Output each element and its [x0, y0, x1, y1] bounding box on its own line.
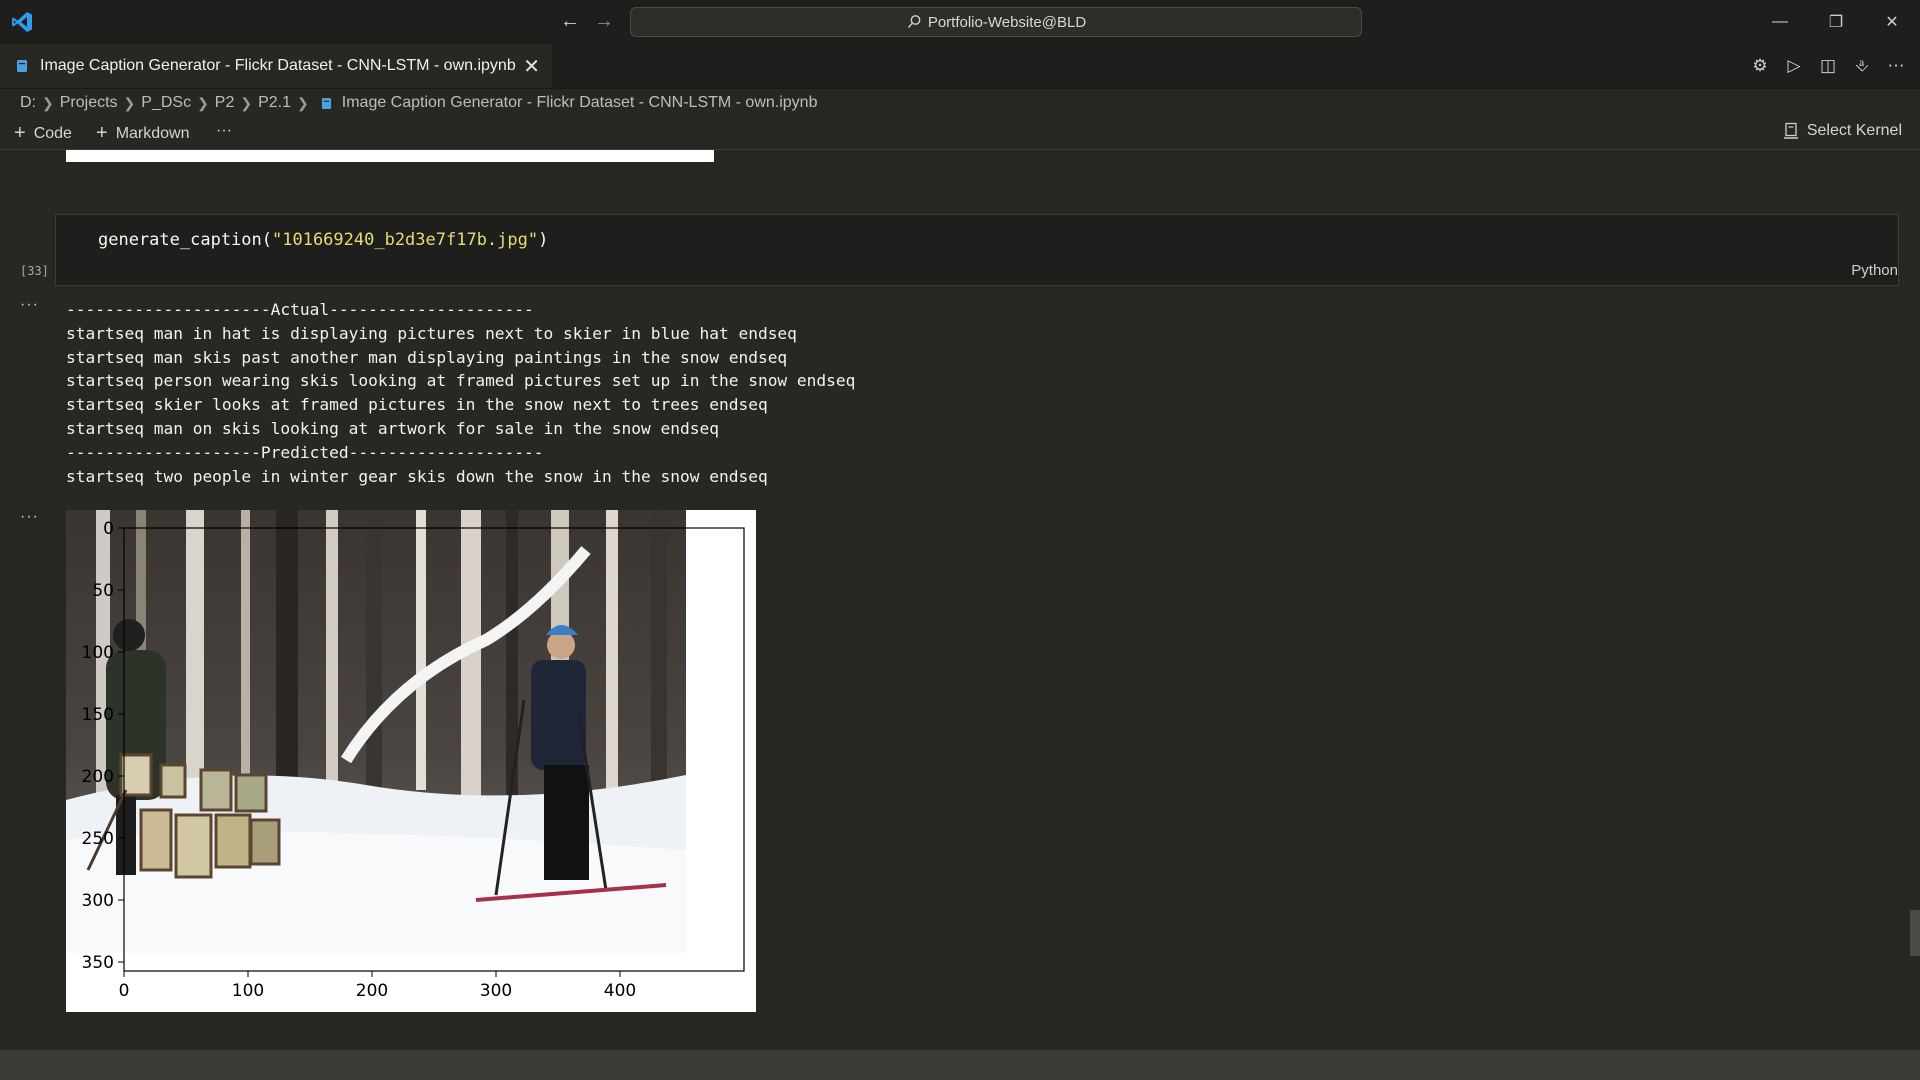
output-more-icon[interactable]: ···: [20, 296, 39, 314]
add-code-cell-button[interactable]: + Code: [14, 122, 72, 145]
y-tick-label: 100: [82, 643, 114, 663]
x-tick-label: 400: [604, 981, 636, 1001]
lock-icon[interactable]: ⎀: [1852, 56, 1872, 76]
output-more-icon[interactable]: ···: [20, 508, 39, 526]
select-kernel-label: Select Kernel: [1806, 122, 1902, 139]
gear-icon[interactable]: ⚙: [1750, 56, 1770, 76]
minimize-icon[interactable]: —: [1752, 0, 1808, 44]
y-tick-label: 350: [82, 953, 114, 973]
more-icon: ···: [216, 122, 232, 139]
select-kernel-button[interactable]: Select Kernel: [1783, 122, 1902, 140]
breadcrumb-item[interactable]: P2.1: [258, 94, 291, 112]
output-figure: 0 50 100 150 200 250 300 350 0 100 200 3…: [66, 510, 756, 1012]
output-line: startseq person wearing skis looking at …: [66, 371, 856, 391]
code-close-paren: ): [538, 230, 549, 250]
command-center-search[interactable]: Portfolio-Website@BLD: [630, 7, 1362, 37]
x-tick-label: 300: [480, 981, 512, 1001]
notebook-file-icon: [17, 60, 27, 72]
code-line[interactable]: generate_caption("101669240_b2d3e7f17b.j…: [98, 230, 548, 250]
breadcrumb: D: ❯ Projects ❯ P_DSc ❯ P2 ❯ P2.1 ❯ Imag…: [20, 92, 817, 114]
y-tick-label: 250: [82, 829, 114, 849]
breadcrumb-item[interactable]: Projects: [60, 94, 118, 112]
output-line: startseq skier looks at framed pictures …: [66, 395, 768, 415]
add-code-label: Code: [33, 124, 72, 142]
y-tick-label: 300: [82, 891, 114, 911]
arrow-left-icon[interactable]: ←: [558, 10, 582, 33]
close-icon[interactable]: ✕: [1864, 0, 1920, 44]
code-cell[interactable]: [55, 214, 1899, 286]
output-line: ---------------------Actual-------------…: [66, 300, 534, 319]
output-text: ---------------------Actual-------------…: [66, 298, 855, 488]
chevron-right-icon: ❯: [123, 94, 136, 111]
more-toolbar-button[interactable]: ···: [216, 122, 232, 140]
output-line: startseq two people in winter gear skis …: [66, 466, 768, 486]
chevron-right-icon: ❯: [297, 94, 309, 111]
cell-language-button[interactable]: Python: [1851, 262, 1898, 279]
scrollbar-thumb[interactable]: [1910, 910, 1920, 956]
execution-count: [33]: [20, 264, 49, 278]
y-tick-label: 50: [92, 581, 114, 601]
breadcrumb-item[interactable]: Image Caption Generator - Flickr Dataset…: [342, 94, 818, 112]
kernel-icon: [1783, 122, 1798, 139]
notebook-file-icon: [321, 97, 331, 109]
figure-axes: 0 50 100 150 200 250 300 350 0 100 200 3…: [82, 519, 745, 1001]
chevron-right-icon: ❯: [197, 94, 209, 111]
x-tick-label: 100: [232, 981, 264, 1001]
chevron-right-icon: ❯: [240, 94, 253, 111]
run-icon[interactable]: ▷: [1784, 56, 1804, 76]
output-line: startseq man in hat is displaying pictur…: [66, 323, 797, 343]
search-icon: [907, 15, 921, 28]
tab-notebook[interactable]: Image Caption Generator - Flickr Dataset…: [0, 44, 552, 88]
close-tab-icon[interactable]: ✕: [523, 54, 540, 79]
y-tick-label: 0: [103, 519, 114, 539]
plus-icon: +: [96, 122, 108, 144]
add-markdown-label: Markdown: [115, 124, 190, 142]
code-string: "101669240_b2d3e7f17b.jpg": [272, 230, 539, 250]
output-line: startseq man skis past another man displ…: [66, 347, 788, 367]
breadcrumb-item[interactable]: D:: [20, 94, 36, 112]
plus-icon: +: [14, 122, 26, 144]
title-bar: ← → Portfolio-Website@BLD — ❐ ✕: [0, 0, 1920, 44]
tab-label: Image Caption Generator - Flickr Dataset…: [40, 57, 516, 74]
notebook-toolbar: + Code + Markdown ··· Select Kernel: [0, 118, 1920, 150]
vscode-logo-icon: [12, 12, 32, 32]
command-center-label: Portfolio-Website@BLD: [927, 13, 1087, 31]
x-tick-label: 200: [356, 981, 388, 1001]
restore-icon[interactable]: ❐: [1808, 0, 1864, 44]
breadcrumb-item[interactable]: P2: [215, 94, 235, 112]
previous-output-image: [66, 150, 714, 162]
output-line: startseq man on skis looking at artwork …: [66, 418, 719, 438]
tab-bar: Image Caption Generator - Flickr Dataset…: [0, 44, 1920, 89]
chevron-right-icon: ❯: [42, 94, 54, 111]
x-tick-label: 0: [119, 981, 130, 1001]
more-actions-icon[interactable]: ⋯: [1886, 56, 1906, 76]
breadcrumb-item[interactable]: P_DSc: [141, 94, 191, 112]
status-bar: [0, 1050, 1920, 1080]
y-tick-label: 200: [82, 767, 114, 787]
output-line: --------------------Predicted-----------…: [66, 442, 544, 462]
y-tick-label: 150: [82, 705, 114, 725]
split-editor-icon[interactable]: ◫: [1818, 56, 1838, 76]
arrow-right-icon[interactable]: →: [592, 10, 616, 33]
code-function: generate_caption(: [98, 230, 272, 250]
add-markdown-cell-button[interactable]: + Markdown: [96, 122, 190, 145]
